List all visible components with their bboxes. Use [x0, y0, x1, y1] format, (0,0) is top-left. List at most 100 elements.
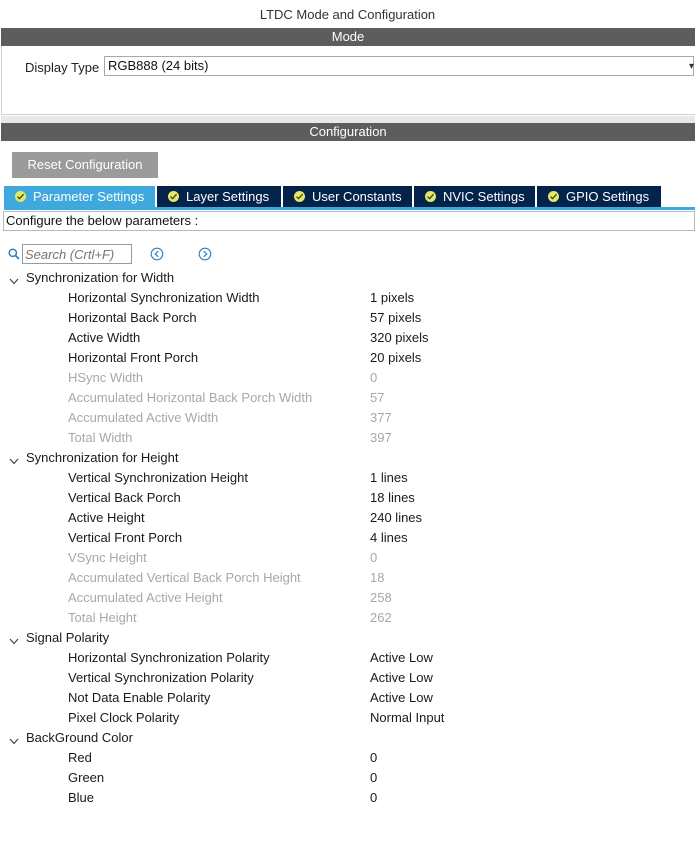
- parameter-row[interactable]: Green 0: [0, 768, 695, 788]
- parameter-row: HSync Width 0: [0, 368, 695, 388]
- parameter-name: HSync Width: [68, 370, 144, 385]
- parameter-row[interactable]: Horizontal Front Porch 20 pixels: [0, 348, 695, 368]
- parameter-name: Active Width: [68, 330, 141, 345]
- group-header[interactable]: Signal Polarity: [0, 628, 695, 648]
- parameter-value[interactable]: Active Low: [370, 650, 433, 665]
- parameter-value[interactable]: Active Low: [370, 670, 433, 685]
- tab-parameter-settings[interactable]: Parameter Settings: [4, 186, 155, 207]
- chevron-down-icon[interactable]: [9, 633, 19, 648]
- parameter-value: 262: [370, 610, 392, 625]
- check-circle-icon: [294, 191, 305, 202]
- parameter-name: Vertical Back Porch: [68, 490, 181, 505]
- parameter-name: Red: [68, 750, 92, 765]
- parameter-value[interactable]: Normal Input: [370, 710, 444, 725]
- section-divider: [1, 116, 695, 123]
- check-circle-icon: [15, 191, 26, 202]
- parameter-value[interactable]: 18 lines: [370, 490, 415, 505]
- parameter-row[interactable]: Not Data Enable Polarity Active Low: [0, 688, 695, 708]
- parameter-row: Accumulated Active Height 258: [0, 588, 695, 608]
- parameter-value: 397: [370, 430, 392, 445]
- parameter-value[interactable]: 57 pixels: [370, 310, 421, 325]
- parameter-value[interactable]: 1 lines: [370, 470, 408, 485]
- parameter-row[interactable]: Vertical Front Porch 4 lines: [0, 528, 695, 548]
- search-icon[interactable]: [8, 248, 20, 263]
- display-type-value: RGB888 (24 bits): [108, 58, 209, 73]
- parameter-name: Horizontal Synchronization Polarity: [68, 650, 270, 665]
- parameter-row[interactable]: Red 0: [0, 748, 695, 768]
- parameter-row[interactable]: Vertical Synchronization Polarity Active …: [0, 668, 695, 688]
- parameter-row: Total Width 397: [0, 428, 695, 448]
- group-header[interactable]: Synchronization for Width: [0, 268, 695, 288]
- parameter-name: Accumulated Vertical Back Porch Height: [68, 570, 301, 585]
- parameter-name: Horizontal Back Porch: [68, 310, 197, 325]
- search-input[interactable]: [22, 244, 132, 264]
- window-title: LTDC Mode and Configuration: [259, 7, 436, 22]
- group-header[interactable]: Synchronization for Height: [0, 448, 695, 468]
- parameter-name: Horizontal Front Porch: [68, 350, 199, 365]
- parameter-value: 18: [370, 570, 385, 585]
- parameter-value[interactable]: 20 pixels: [370, 350, 421, 365]
- parameter-name: Total Width: [68, 430, 133, 445]
- parameter-row[interactable]: Horizontal Synchronization Polarity Activ…: [0, 648, 695, 668]
- tab-label: Parameter Settings: [33, 189, 145, 204]
- configuration-header: Configuration: [1, 123, 695, 141]
- check-circle-icon: [168, 191, 179, 202]
- parameter-row: Accumulated Vertical Back Porch Height 18: [0, 568, 695, 588]
- parameter-row[interactable]: Active Height 240 lines: [0, 508, 695, 528]
- chevron-down-icon[interactable]: [9, 733, 19, 748]
- tab-label: User Constants: [312, 189, 402, 204]
- circle-arrow-right-icon[interactable]: [198, 247, 212, 264]
- tab-label: NVIC Settings: [443, 189, 525, 204]
- group-title: BackGround Color: [26, 730, 133, 745]
- circle-arrow-left-icon[interactable]: [150, 247, 164, 264]
- parameter-row[interactable]: Horizontal Synchronization Width 1 pixels: [0, 288, 695, 308]
- parameter-value[interactable]: Active Low: [370, 690, 433, 705]
- parameter-name: Horizontal Synchronization Width: [68, 290, 260, 305]
- parameter-row: Accumulated Horizontal Back Porch Width 5…: [0, 388, 695, 408]
- reset-configuration-button[interactable]: Reset Configuration: [12, 152, 158, 178]
- parameter-value: 0: [370, 550, 378, 565]
- display-type-label: Display Type: [25, 60, 100, 75]
- parameter-value: 57: [370, 390, 385, 405]
- group-title: Synchronization for Width: [26, 270, 175, 285]
- parameter-row: Accumulated Active Width 377: [0, 408, 695, 428]
- parameter-value: 258: [370, 590, 392, 605]
- parameter-name: VSync Height: [68, 550, 147, 565]
- parameter-value: 0: [370, 370, 378, 385]
- tab-gpio-settings[interactable]: GPIO Settings: [537, 186, 661, 207]
- parameter-row[interactable]: Vertical Synchronization Height 1 lines: [0, 468, 695, 488]
- parameter-value[interactable]: 4 lines: [370, 530, 408, 545]
- parameter-row[interactable]: Horizontal Back Porch 57 pixels: [0, 308, 695, 328]
- tab-underline: [4, 207, 695, 210]
- parameter-value[interactable]: 1 pixels: [370, 290, 414, 305]
- parameter-value[interactable]: 0: [370, 790, 377, 805]
- parameter-name: Total Height: [68, 610, 137, 625]
- parameter-value[interactable]: 0: [370, 770, 377, 785]
- parameter-name: Not Data Enable Polarity: [68, 690, 211, 705]
- check-circle-icon: [425, 191, 436, 202]
- parameter-name: Pixel Clock Polarity: [68, 710, 180, 725]
- parameter-name: Blue: [68, 790, 95, 805]
- tab-user-constants[interactable]: User Constants: [283, 186, 412, 207]
- parameter-name: Vertical Synchronization Polarity: [68, 670, 254, 685]
- parameter-row: Total Height 262: [0, 608, 695, 628]
- parameter-value[interactable]: 240 lines: [370, 510, 422, 525]
- chevron-down-icon[interactable]: [9, 273, 19, 288]
- configure-instructions: Configure the below parameters :: [3, 211, 695, 231]
- parameter-name: Green: [68, 770, 105, 785]
- parameter-value[interactable]: 320 pixels: [370, 330, 429, 345]
- tab-layer-settings[interactable]: Layer Settings: [157, 186, 281, 207]
- tab-nvic-settings[interactable]: NVIC Settings: [414, 186, 535, 207]
- chevron-down-icon[interactable]: [9, 453, 19, 468]
- parameter-value: 377: [370, 410, 392, 425]
- parameter-name: Accumulated Active Width: [68, 410, 219, 425]
- parameter-row[interactable]: Pixel Clock Polarity Normal Input: [0, 708, 695, 728]
- display-type-select[interactable]: RGB888 (24 bits) ▾: [104, 56, 694, 76]
- parameter-row[interactable]: Vertical Back Porch 18 lines: [0, 488, 695, 508]
- parameter-value[interactable]: 0: [370, 750, 377, 765]
- group-header[interactable]: BackGround Color: [0, 728, 695, 748]
- parameter-row[interactable]: Active Width 320 pixels: [0, 328, 695, 348]
- parameter-name: Vertical Front Porch: [68, 530, 183, 545]
- parameter-row[interactable]: Blue 0: [0, 788, 695, 808]
- parameter-row: VSync Height 0: [0, 548, 695, 568]
